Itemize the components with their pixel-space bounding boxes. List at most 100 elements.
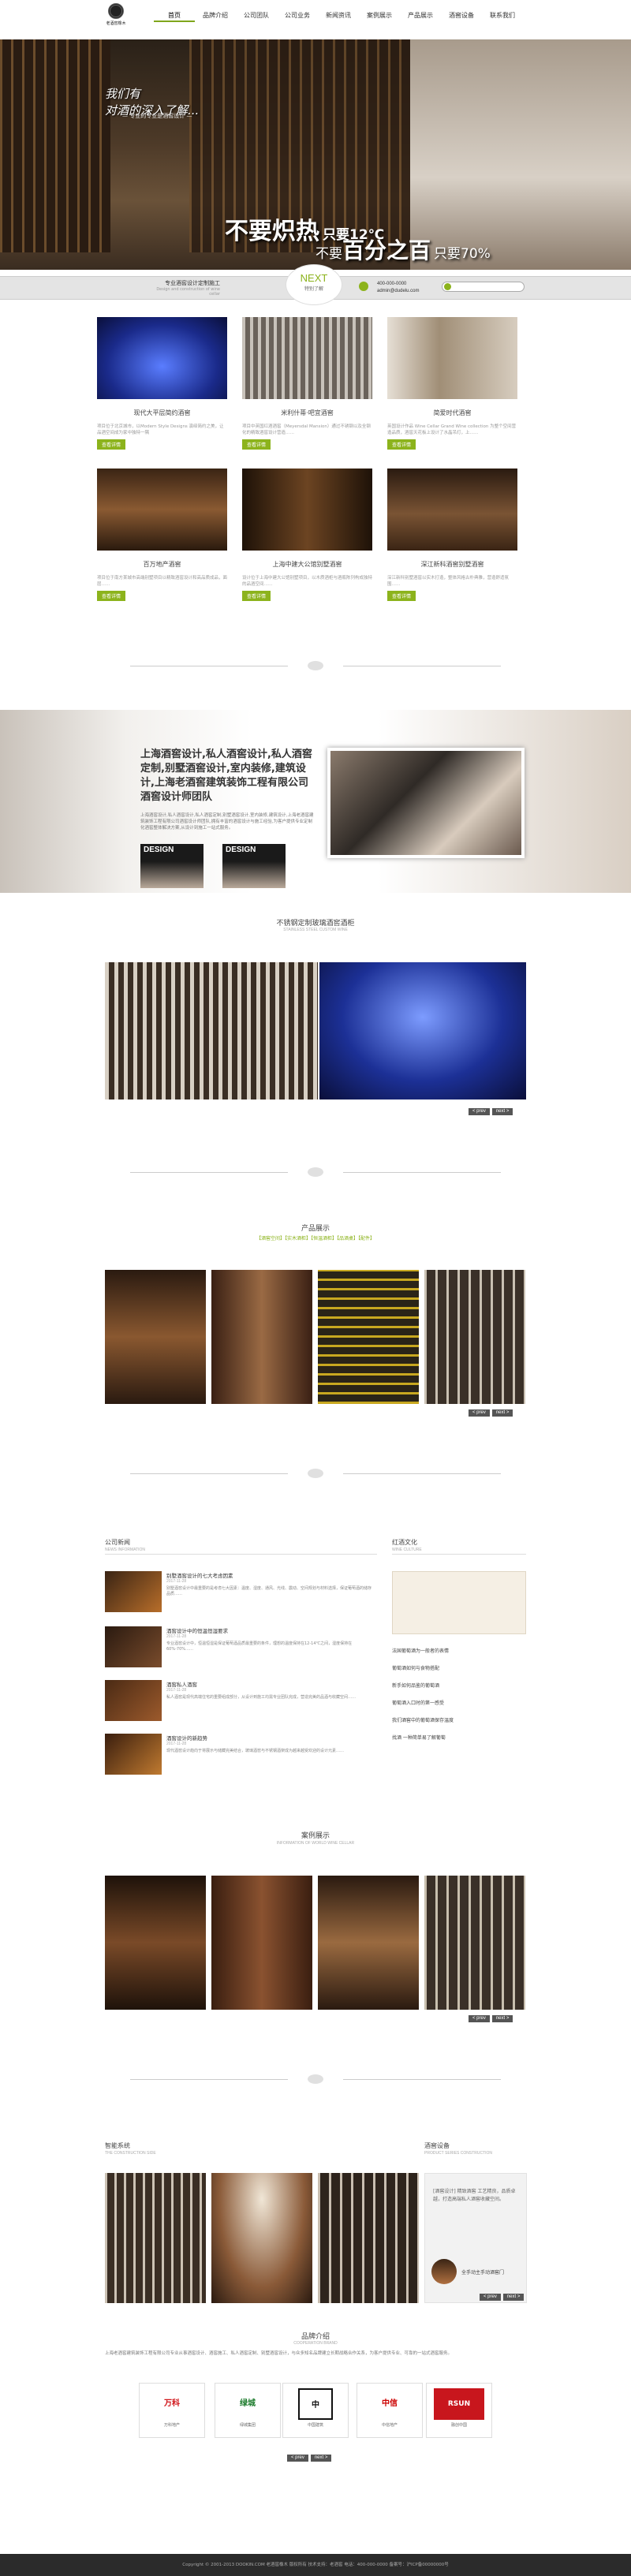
case-card[interactable]: 米利什蒂·吧宜酒窖 项目中英国红酒酒窖（Meyersdal Mansion）通过… bbox=[242, 317, 372, 450]
banner-slogan-2: 不要百分之百 只要70% bbox=[316, 237, 491, 263]
news-item[interactable]: 别墅酒窖设计的七大考虑因素 2017-11-28 别墅酒窖设计中最重要的是考虑七大因… bbox=[105, 1571, 377, 1615]
nav-item-news[interactable]: 新闻资讯 bbox=[318, 9, 359, 22]
designer-photo[interactable]: DESIGN bbox=[140, 844, 203, 888]
showcase-subtitle: INFORMATION OF WORLD WINE CELLAR bbox=[276, 1841, 355, 1846]
case-desc: 英国设计作品 Wine Cellar Grand Wine collection… bbox=[387, 424, 517, 435]
culture-item[interactable]: 葡萄酒如何与食物搭配 bbox=[392, 1664, 439, 1671]
search-input[interactable] bbox=[442, 282, 525, 292]
news-item[interactable]: 酒窖设计中的恒温恒湿要求 2017-11-28 专业酒窖设计中，恒温恒湿是保证葡萄酒… bbox=[105, 1626, 377, 1671]
case-card[interactable]: 深江新科酒窖别墅酒窖 深江新科别墅酒窖以实木打造，整体风格古朴典雅，营造舒适氛围… bbox=[387, 469, 517, 601]
case-detail-button[interactable]: 查看详情 bbox=[242, 439, 271, 450]
case-image[interactable] bbox=[387, 317, 517, 399]
culture-item[interactable]: 法国葡萄酒为一般者的表情 bbox=[392, 1647, 449, 1654]
prev-button[interactable]: < prev bbox=[480, 2294, 501, 2301]
case-image[interactable] bbox=[242, 469, 372, 551]
case-card[interactable]: 现代大平层简约酒窖 项目位于北京城市，以Modern Style Designs… bbox=[97, 317, 227, 450]
case-desc: 项目位于南方某城市高端别墅项目以精致酒窖设计和高品质成品，面层…… bbox=[97, 576, 227, 587]
news-item[interactable]: 酒窖设计的新趋势 2017-11-28 现代酒窖设计趋向于将展示与储藏完美结合，玻璃… bbox=[105, 1734, 377, 1778]
news-thumb[interactable] bbox=[105, 1734, 162, 1775]
logo-emblem-icon bbox=[108, 3, 124, 19]
nav-item-team[interactable]: 公司团队 bbox=[236, 9, 277, 22]
news-thumb[interactable] bbox=[105, 1680, 162, 1721]
brands-subtitle: COOPERATION BRAND bbox=[293, 2341, 338, 2346]
showcase-image[interactable] bbox=[105, 1876, 206, 2010]
brand-card[interactable]: 中中国建筑 bbox=[282, 2383, 349, 2438]
showcase-image[interactable] bbox=[211, 1876, 312, 2010]
brands-title: 品牌介绍 bbox=[301, 2333, 330, 2341]
product-image[interactable] bbox=[105, 1270, 206, 1404]
next-button[interactable]: next > bbox=[310, 2455, 332, 2462]
showcase-image[interactable] bbox=[424, 1876, 525, 2010]
case-title[interactable]: 百万地产酒窖 bbox=[97, 560, 227, 569]
case-image[interactable] bbox=[242, 317, 372, 399]
prev-button[interactable]: < prev bbox=[469, 2015, 490, 2022]
product-image[interactable] bbox=[424, 1270, 525, 1404]
case-image[interactable] bbox=[97, 469, 227, 551]
next-button[interactable]: next > bbox=[491, 2015, 513, 2022]
case-title[interactable]: 上海中建大公馆别墅酒窖 bbox=[242, 560, 372, 569]
culture-image[interactable] bbox=[392, 1571, 526, 1634]
case-card[interactable]: 百万地产酒窖 项目位于南方某城市高端别墅项目以精致酒窖设计和高品质成品，面层……… bbox=[97, 469, 227, 601]
equipment-label[interactable]: 全手动主手动酒窖门 bbox=[461, 2268, 504, 2275]
banner-line3: — 专业的专业是酒窖设计 — bbox=[122, 113, 192, 119]
case-detail-button[interactable]: 查看详情 bbox=[242, 591, 271, 601]
nav-item-products[interactable]: 产品展示 bbox=[400, 9, 441, 22]
news-thumb[interactable] bbox=[105, 1626, 162, 1667]
designer-photo[interactable]: DESIGN bbox=[222, 844, 286, 888]
news-heading: 公司新闻 NEWS INFORMATION bbox=[105, 1539, 146, 1552]
case-image[interactable] bbox=[387, 469, 517, 551]
search-icon[interactable] bbox=[444, 283, 451, 290]
case-title[interactable]: 深江新科酒窖别墅酒窖 bbox=[387, 560, 517, 569]
culture-item[interactable]: 葡萄酒入口时的第一感受 bbox=[392, 1699, 444, 1706]
culture-item[interactable]: 新手如何品鉴的葡萄酒 bbox=[392, 1682, 439, 1689]
prev-button[interactable]: < prev bbox=[469, 1409, 490, 1417]
culture-item[interactable]: 找酒 一种简单易了解葡萄 bbox=[392, 1734, 446, 1741]
news-item[interactable]: 酒窖私人酒窖 2017-11-28 私人酒窖是现代高端住宅的重要组成部分，从设计到施… bbox=[105, 1680, 377, 1724]
next-button[interactable]: next > bbox=[502, 2294, 525, 2301]
hero-banner[interactable]: 我们有 对酒的深入了解... — 专业的专业是酒窖设计 — 不要炽热 只要12℃ 不… bbox=[0, 39, 631, 270]
brand-card[interactable]: 中信 中信地产 bbox=[357, 2383, 423, 2438]
brand-card[interactable]: 绿城 绿城集团 bbox=[215, 2383, 281, 2438]
smart-image[interactable] bbox=[318, 2173, 419, 2303]
case-detail-button[interactable]: 查看详情 bbox=[387, 439, 416, 450]
logo[interactable]: 老酒窖橡木 bbox=[104, 3, 128, 30]
brand-card[interactable]: RSUN 融创中国 bbox=[426, 2383, 492, 2438]
next-button[interactable]: next > bbox=[491, 1409, 513, 1417]
case-card[interactable]: 上海中建大公馆别墅酒窖 设计位于上海中建大公馆别墅项目，以木质酒柜与酒瓶陈列构成… bbox=[242, 469, 372, 601]
brand-card[interactable]: 万科 万科地产 bbox=[139, 2383, 205, 2438]
smart-image[interactable] bbox=[105, 2173, 206, 2303]
next-button[interactable]: NEXT 特别了解 bbox=[286, 264, 342, 305]
smart-image[interactable] bbox=[211, 2173, 312, 2303]
divider bbox=[392, 1554, 526, 1555]
case-title[interactable]: 简爱时代酒窖 bbox=[387, 409, 517, 417]
case-detail-button[interactable]: 查看详情 bbox=[97, 439, 126, 450]
case-detail-button[interactable]: 查看详情 bbox=[97, 591, 126, 601]
section-divider bbox=[106, 2074, 525, 2084]
news-thumb[interactable] bbox=[105, 1571, 162, 1612]
case-title[interactable]: 米利什蒂·吧宜酒窖 bbox=[242, 409, 372, 417]
case-title[interactable]: 现代大平层简约酒窖 bbox=[97, 409, 227, 417]
nav-item-home[interactable]: 首页 bbox=[154, 9, 195, 22]
nav-item-cases[interactable]: 案例展示 bbox=[359, 9, 400, 22]
case-detail-button[interactable]: 查看详情 bbox=[387, 591, 416, 601]
next-button[interactable]: next > bbox=[491, 1108, 513, 1115]
equipment-thumb[interactable] bbox=[431, 2259, 457, 2284]
case-image[interactable] bbox=[97, 317, 227, 399]
culture-item[interactable]: 我们酒窖中的葡萄酒保存温度 bbox=[392, 1716, 454, 1723]
product-image[interactable] bbox=[211, 1270, 312, 1404]
case-desc: 项目位于北京城市，以Modern Style Designs 演绎简约之美，让品… bbox=[97, 424, 224, 435]
products-tabs[interactable]: 【酒窖空间】【实木酒柜】【恒温酒柜】【品酒桌】【配件】 bbox=[103, 1234, 528, 1241]
case-card[interactable]: 简爱时代酒窖 英国设计作品 Wine Cellar Grand Wine col… bbox=[387, 317, 517, 450]
team-photo bbox=[327, 748, 525, 858]
steel-image[interactable] bbox=[319, 962, 526, 1099]
prev-button[interactable]: < prev bbox=[287, 2455, 308, 2462]
nav-item-contact[interactable]: 联系我们 bbox=[482, 9, 523, 22]
showcase-image[interactable] bbox=[318, 1876, 419, 2010]
nav-item-brand[interactable]: 品牌介绍 bbox=[195, 9, 236, 22]
nav-item-business[interactable]: 公司业务 bbox=[277, 9, 318, 22]
nav-item-equipment[interactable]: 酒窖设备 bbox=[441, 9, 482, 22]
product-image[interactable] bbox=[318, 1270, 419, 1404]
prev-button[interactable]: < prev bbox=[469, 1108, 490, 1115]
smart-heading: 智能系统 THE CONSTRUCTION SIDE bbox=[105, 2142, 156, 2156]
steel-image[interactable] bbox=[105, 962, 318, 1099]
